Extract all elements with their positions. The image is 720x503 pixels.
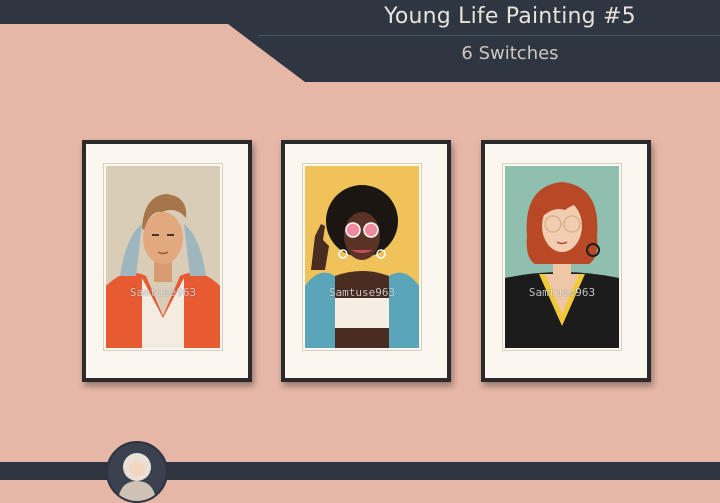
painting-art-2: Samtuse963: [302, 163, 422, 351]
painting-watermark: Samtuse963: [328, 286, 396, 299]
page-title: Young Life Painting #5: [384, 4, 636, 29]
page-subtitle: 6 Switches: [461, 43, 559, 64]
header-divider: [258, 35, 720, 36]
avatar-icon[interactable]: [106, 441, 168, 503]
painting-frame-1[interactable]: Samtuse963: [82, 140, 252, 382]
painting-art-1: Samtuse963: [103, 163, 223, 351]
painting-frame-2[interactable]: Samtuse963: [281, 140, 451, 382]
painting-frame-3[interactable]: Samtuse963: [481, 140, 651, 382]
painting-art-3: Samtuse963: [502, 163, 622, 351]
painting-watermark: Samtuse963: [129, 286, 197, 299]
painting-watermark: Samtuse963: [528, 286, 596, 299]
